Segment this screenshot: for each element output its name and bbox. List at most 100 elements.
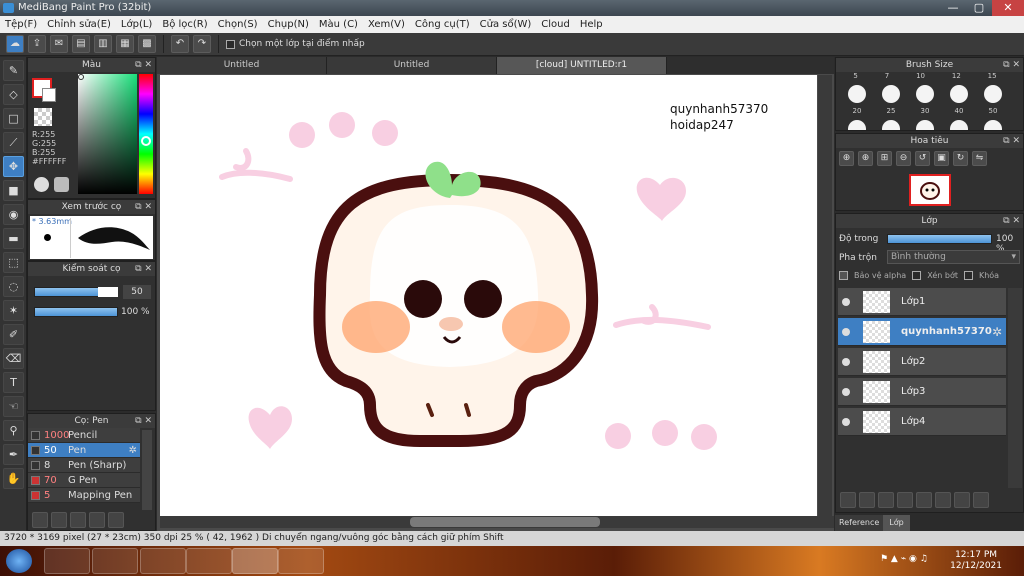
tab-reference[interactable]: Reference (835, 515, 884, 531)
size-label[interactable]: 12 (952, 72, 961, 80)
transparent-color-swatch[interactable] (34, 108, 52, 126)
select-eraser-tool-icon[interactable]: ⌫ (3, 348, 24, 369)
redo-icon[interactable]: ↷ (193, 35, 211, 53)
add-brush-icon[interactable] (32, 512, 48, 528)
new-8bit-layer-icon[interactable] (878, 492, 894, 508)
system-tray[interactable]: ⚑ ▲ ⌁ ◉ ♫ (880, 554, 950, 568)
menu-cloud[interactable]: Cloud (536, 19, 575, 30)
lasso-tool-icon[interactable]: ◌ (3, 276, 24, 297)
select-layer-checkbox[interactable] (226, 39, 235, 49)
new-layer-icon[interactable] (840, 492, 856, 508)
layout-icon[interactable]: ▦ (116, 35, 134, 53)
medibang-taskbar-icon[interactable] (232, 548, 278, 574)
share-icon[interactable]: ⇪ (28, 35, 46, 53)
clock[interactable]: 12:17 PM 12/12/2021 (950, 550, 1002, 572)
panel-close-icon[interactable]: ⧉ ✕ (1003, 58, 1020, 72)
rotate-right-icon[interactable]: ↻ (953, 151, 968, 166)
layer-row[interactable]: Lớp1 (838, 288, 1006, 316)
comment-icon[interactable]: ✉ (50, 35, 68, 53)
panel-close-icon[interactable]: ⧉ ✕ (1003, 134, 1020, 148)
menu-color[interactable]: Màu (C) (314, 19, 363, 30)
folder-icon[interactable] (108, 512, 124, 528)
brush-size-dot[interactable] (916, 85, 934, 103)
brush-list-scrollbar[interactable] (142, 430, 152, 510)
gear-icon[interactable]: ✲ (129, 443, 137, 458)
brush-size-dot[interactable] (848, 120, 866, 130)
gear-icon[interactable]: ✲ (992, 325, 1002, 339)
menu-view[interactable]: Xem(V) (363, 19, 410, 30)
lock-checkbox[interactable] (963, 271, 973, 280)
brush-item[interactable]: 8 Pen (Sharp) (28, 458, 140, 473)
close-button[interactable]: ✕ (992, 0, 1024, 16)
zoom-in-icon[interactable]: ⊕ (858, 151, 873, 166)
size-label[interactable]: 25 (887, 107, 896, 115)
layer-row-selected[interactable]: quynhanh57370 ✲ (838, 318, 1006, 346)
protect-alpha-checkbox[interactable] (839, 271, 848, 280)
move-tool-icon[interactable]: ✥ (3, 156, 24, 177)
menu-file[interactable]: Tệp(F) (0, 19, 42, 30)
menu-capture[interactable]: Chụp(N) (263, 19, 314, 30)
horizontal-scroll-thumb[interactable] (410, 517, 600, 527)
hue-cursor[interactable] (141, 136, 151, 146)
panel-close-icon[interactable]: ⧉ ✕ (135, 58, 152, 72)
rectangle-tool-icon[interactable]: □ (3, 108, 24, 129)
layer-scrollbar[interactable] (1008, 288, 1022, 488)
minimize-button[interactable]: — (940, 0, 966, 16)
flip-icon[interactable]: ⇋ (972, 151, 987, 166)
eraser-tool-icon[interactable]: ◇ (3, 84, 24, 105)
visibility-icon[interactable] (842, 418, 850, 426)
brush-tool-icon[interactable]: ✎ (3, 60, 24, 81)
visibility-icon[interactable] (842, 298, 850, 306)
vertical-scrollbar[interactable] (818, 75, 832, 516)
merge-down-icon[interactable] (954, 492, 970, 508)
palette-icon[interactable] (34, 177, 49, 192)
brush-item[interactable]: 5 Mapping Pen (28, 488, 140, 503)
size-label[interactable]: 30 (921, 107, 930, 115)
navigator-thumbnail[interactable] (909, 174, 951, 206)
start-button[interactable] (6, 549, 32, 573)
color-wheel-icon[interactable] (54, 177, 69, 192)
panel-close-icon[interactable]: ⧉ ✕ (135, 414, 152, 428)
tab-untitled-2[interactable]: Untitled (327, 57, 497, 74)
brush-dropdown-icon[interactable] (89, 512, 105, 528)
hue-slider[interactable] (139, 74, 153, 194)
hand-tool-icon[interactable]: ✋ (3, 468, 24, 489)
select-pen-tool-icon[interactable]: ✐ (3, 324, 24, 345)
zoom-fit-icon[interactable]: ⊞ (877, 151, 892, 166)
layer-row[interactable]: Lớp2 (838, 348, 1006, 376)
bucket-tool-icon[interactable]: ◉ (3, 204, 24, 225)
select-rect-tool-icon[interactable]: ⬚ (3, 252, 24, 273)
trash-icon[interactable] (973, 492, 989, 508)
layer-opacity-slider[interactable] (887, 234, 992, 244)
size-label[interactable]: 50 (989, 107, 998, 115)
chrome-taskbar-icon[interactable] (186, 548, 232, 574)
brush-size-dot[interactable] (882, 120, 900, 130)
size-label[interactable]: 5 (853, 72, 857, 80)
brush-size-value[interactable]: 50 (123, 285, 151, 299)
menu-help[interactable]: Help (575, 19, 608, 30)
zoom-out-icon[interactable]: ⊖ (896, 151, 911, 166)
eyedropper-tool-icon[interactable]: ⚲ (3, 420, 24, 441)
visibility-icon[interactable] (842, 388, 850, 396)
new-brush-icon[interactable] (51, 512, 67, 528)
size-label[interactable]: 10 (916, 72, 925, 80)
drawing-canvas[interactable]: quynhanh57370 hoidap247 (160, 75, 817, 516)
menu-layer[interactable]: Lớp(L) (116, 19, 157, 30)
brush-menu-icon[interactable] (70, 512, 86, 528)
visibility-icon[interactable] (842, 358, 850, 366)
size-label[interactable]: 7 (885, 72, 889, 80)
brush-size-dot[interactable] (984, 120, 1002, 130)
cloud-icon[interactable]: ☁ (6, 35, 24, 53)
maximize-button[interactable]: ▢ (966, 0, 992, 16)
tab-layer[interactable]: Lớp (883, 515, 910, 531)
panel-close-icon[interactable]: ⧉ ✕ (135, 262, 152, 276)
menu-filter[interactable]: Bộ lọc(R) (157, 19, 212, 30)
size-label[interactable]: 40 (955, 107, 964, 115)
grid-icon[interactable]: ▩ (138, 35, 156, 53)
brush-item[interactable]: 70 G Pen (28, 473, 140, 488)
folder-icon[interactable] (916, 492, 932, 508)
brush-size-dot[interactable] (950, 85, 968, 103)
blend-mode-select[interactable]: Bình thường ▾ (887, 250, 1020, 264)
document-icon[interactable]: ▥ (94, 35, 112, 53)
zoom-in-icon[interactable]: ⊕ (839, 151, 854, 166)
